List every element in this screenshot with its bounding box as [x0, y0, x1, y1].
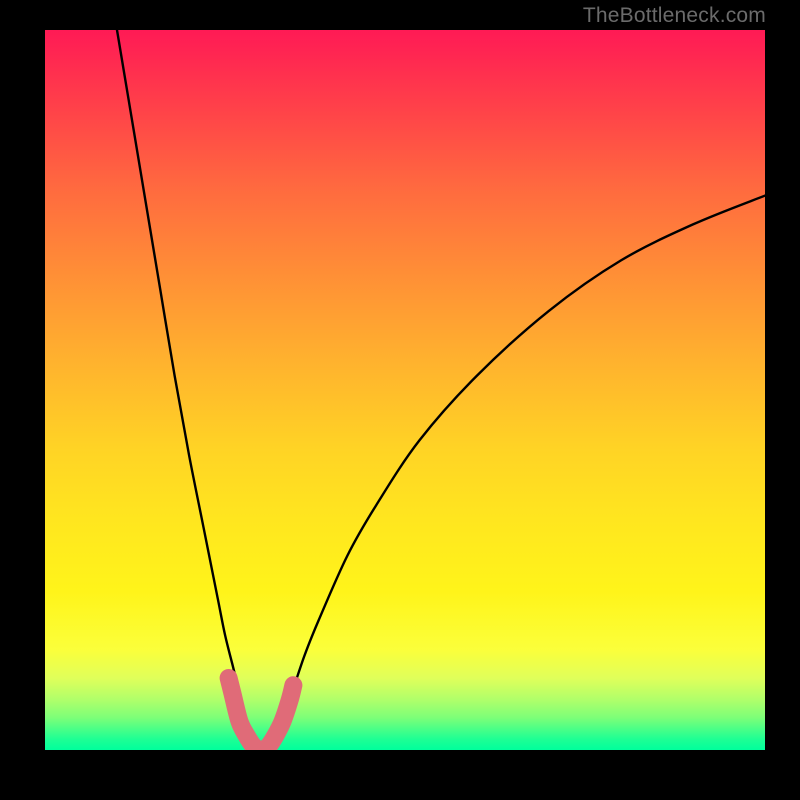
- chart-frame: TheBottleneck.com: [0, 0, 800, 800]
- watermark-text: TheBottleneck.com: [583, 4, 766, 28]
- optimal-zone-marker: [229, 678, 294, 750]
- plot-area: [45, 30, 765, 750]
- bottleneck-curve: [117, 30, 765, 750]
- curve-layer: [45, 30, 765, 750]
